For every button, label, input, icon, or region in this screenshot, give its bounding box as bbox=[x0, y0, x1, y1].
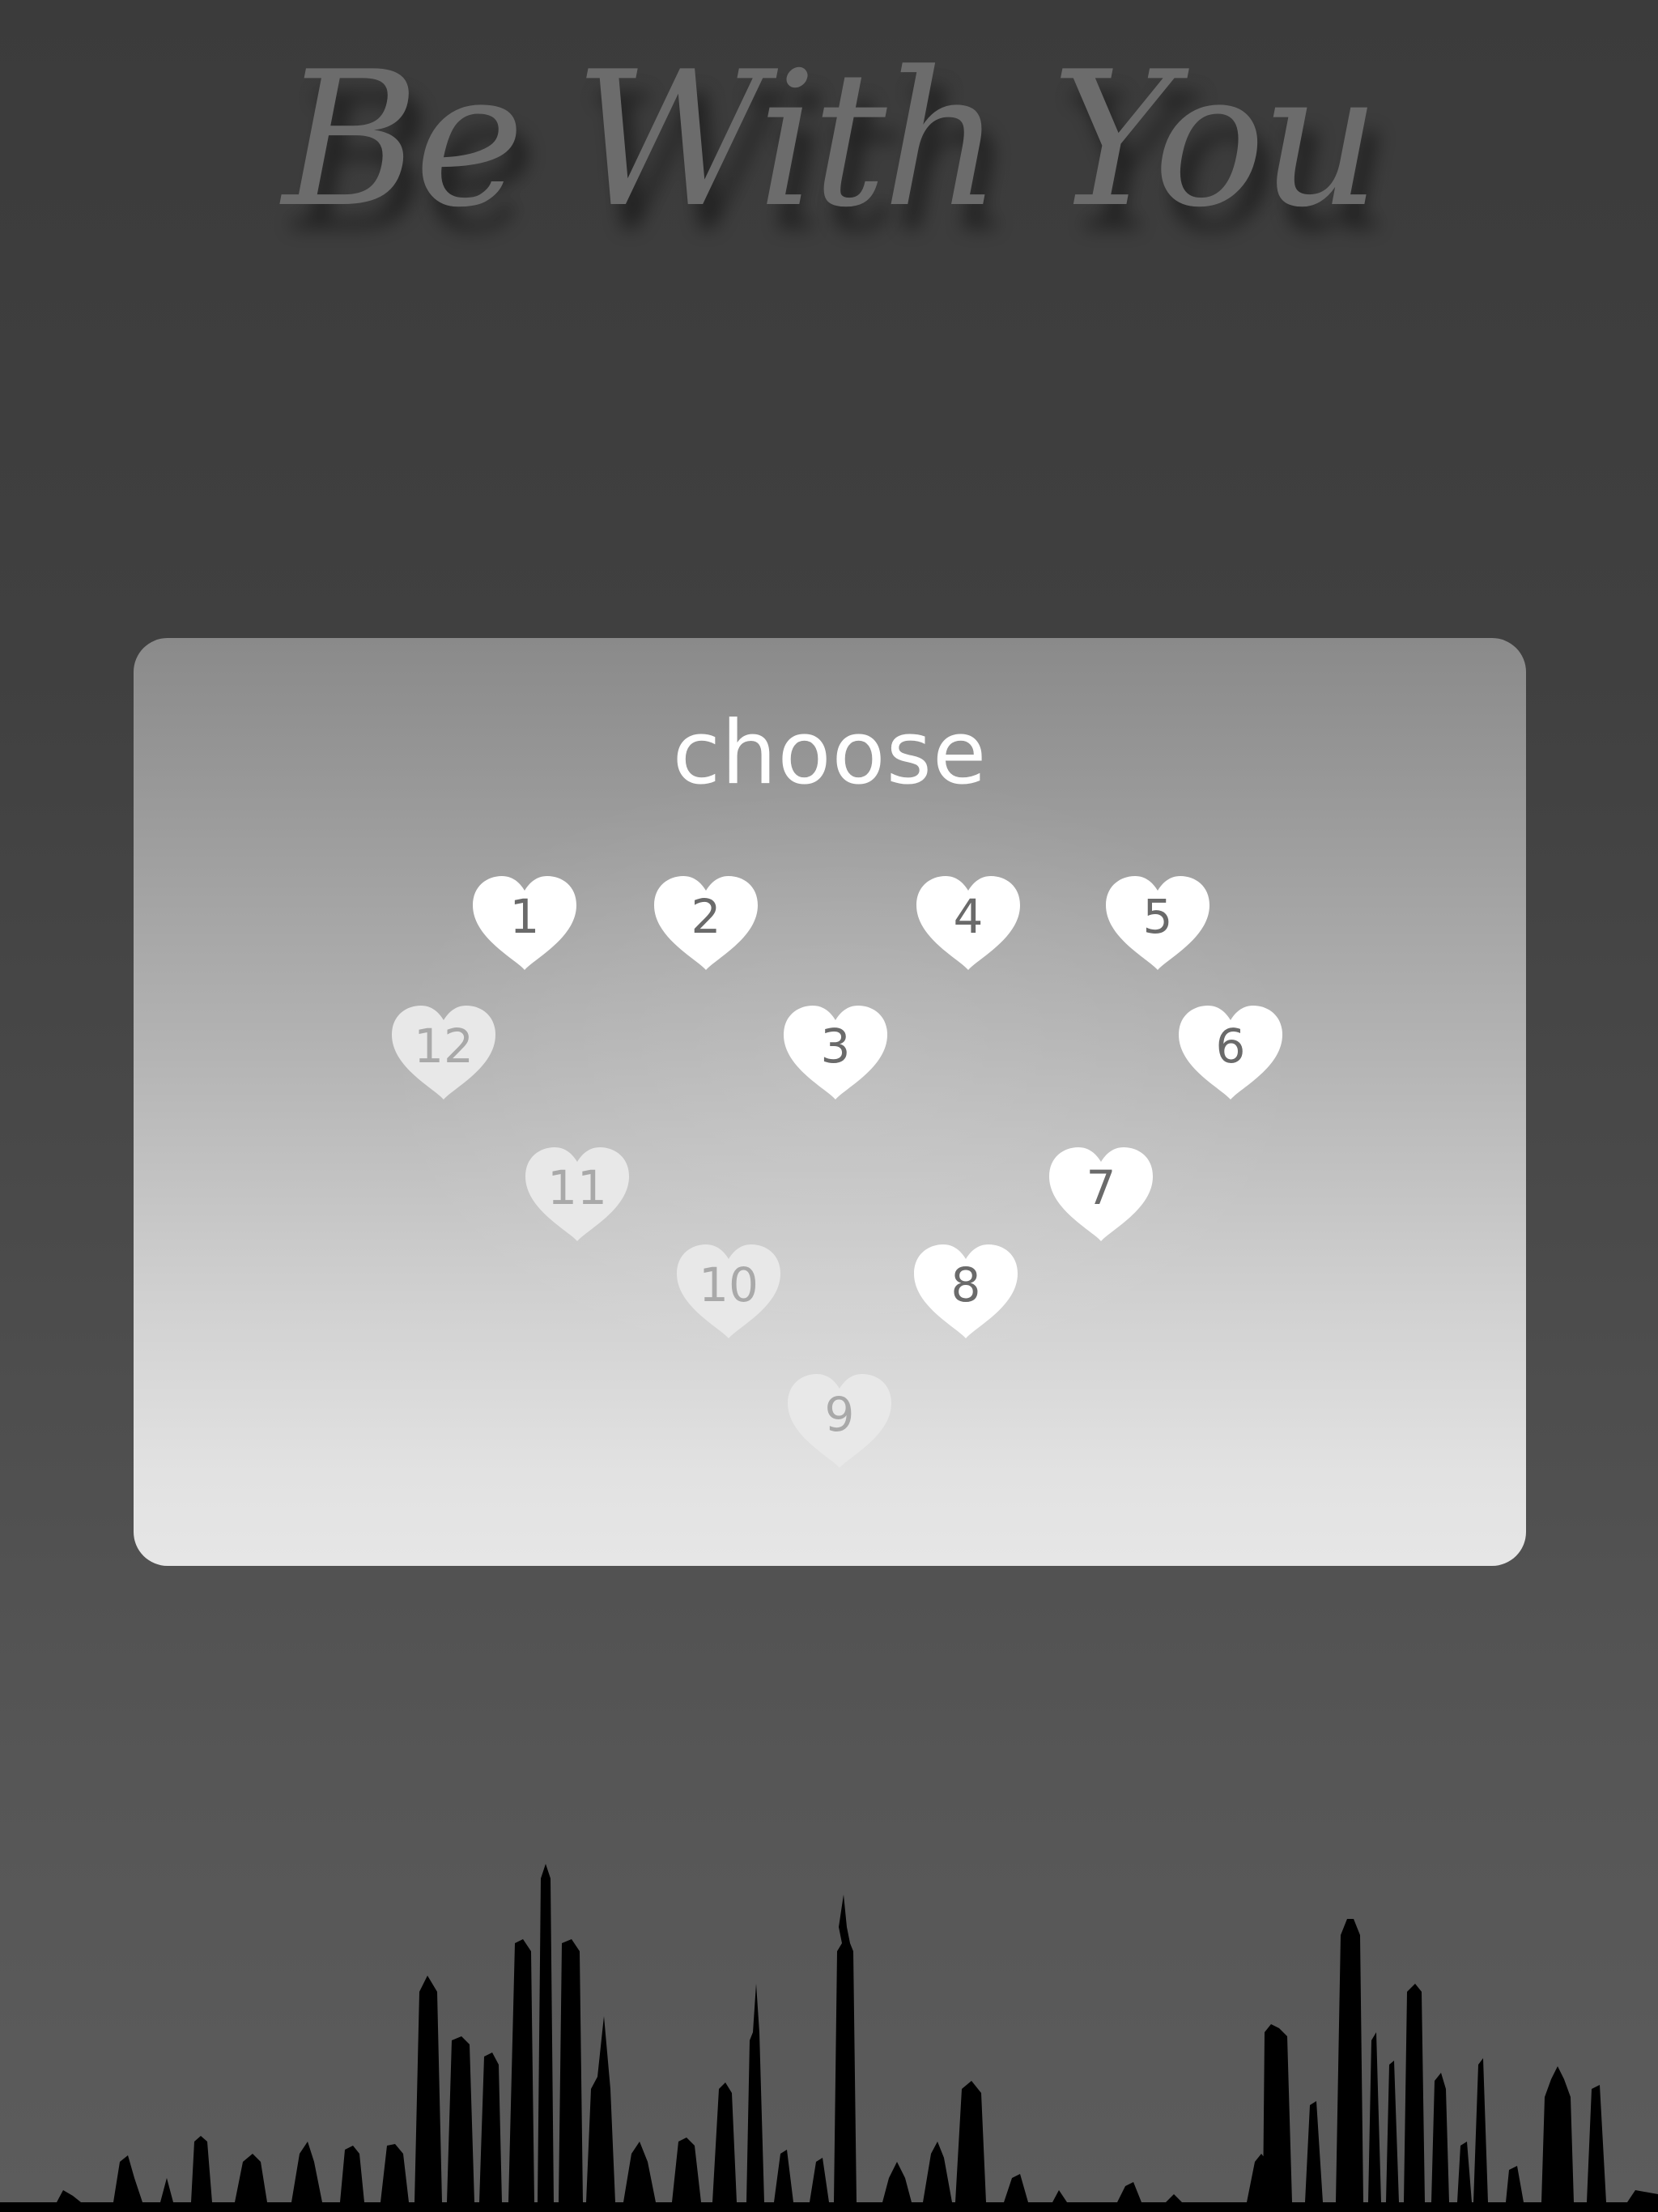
level-heart-button-5[interactable]: 5 bbox=[1101, 874, 1214, 975]
level-number: 4 bbox=[953, 889, 984, 944]
level-select-panel: choose 1 2 3 4 5 6 7 8 9 10 11 12 bbox=[134, 638, 1526, 1566]
level-heart-button-9[interactable]: 9 bbox=[783, 1372, 896, 1473]
level-number: 7 bbox=[1086, 1160, 1116, 1215]
level-number: 6 bbox=[1215, 1019, 1246, 1074]
level-heart-button-11[interactable]: 11 bbox=[521, 1146, 634, 1246]
level-heart-button-4[interactable]: 4 bbox=[912, 874, 1025, 975]
level-number: 12 bbox=[414, 1019, 474, 1074]
level-heart-button-1[interactable]: 1 bbox=[468, 874, 581, 975]
level-heart-button-6[interactable]: 6 bbox=[1174, 1004, 1287, 1104]
level-heart-button-3[interactable]: 3 bbox=[779, 1004, 892, 1104]
level-number: 10 bbox=[699, 1257, 759, 1312]
level-heart-button-10[interactable]: 10 bbox=[672, 1243, 785, 1343]
level-number: 3 bbox=[820, 1019, 851, 1074]
game-title: Be With You bbox=[282, 32, 1380, 249]
level-heart-button-8[interactable]: 8 bbox=[909, 1243, 1022, 1343]
level-number: 5 bbox=[1142, 889, 1173, 944]
city-skyline-silhouette bbox=[0, 1864, 1658, 2212]
level-heart-button-2[interactable]: 2 bbox=[649, 874, 763, 975]
level-number: 8 bbox=[950, 1257, 981, 1312]
level-number: 2 bbox=[691, 889, 721, 944]
panel-heading: choose bbox=[672, 703, 988, 804]
level-heart-button-12[interactable]: 12 bbox=[387, 1004, 500, 1104]
level-number: 9 bbox=[824, 1387, 855, 1442]
level-number: 11 bbox=[547, 1160, 607, 1215]
level-number: 1 bbox=[509, 889, 540, 944]
level-heart-button-7[interactable]: 7 bbox=[1044, 1146, 1158, 1246]
